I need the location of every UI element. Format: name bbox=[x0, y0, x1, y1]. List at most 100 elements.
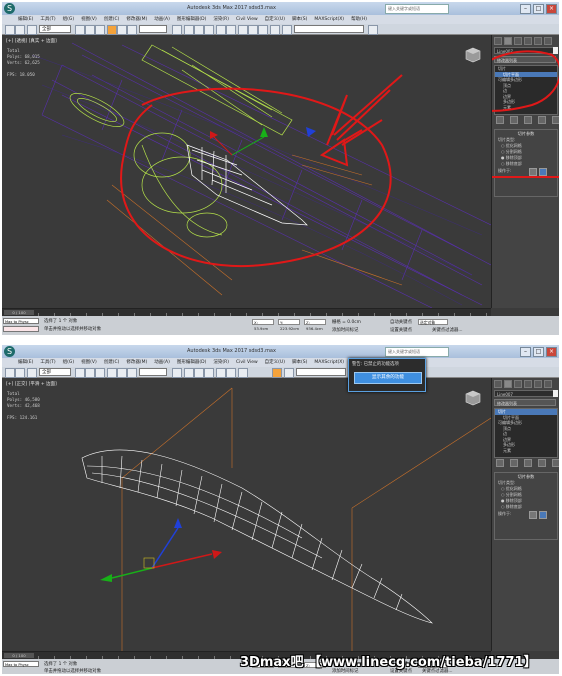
pivot-icon[interactable] bbox=[172, 25, 182, 35]
create-tab-icon[interactable] bbox=[494, 380, 502, 388]
reference-coord-dropdown[interactable] bbox=[139, 368, 167, 376]
layer-icon[interactable] bbox=[238, 25, 248, 35]
menu-item-views[interactable]: 视图(V) bbox=[81, 358, 97, 367]
selection-filter-dropdown[interactable]: 全部 bbox=[39, 25, 71, 33]
viewcube-icon[interactable] bbox=[465, 390, 481, 406]
mirror-icon[interactable] bbox=[216, 25, 226, 35]
autokey-button[interactable]: 自动关键点 bbox=[390, 319, 412, 325]
align-icon[interactable] bbox=[226, 25, 236, 35]
mirror-icon[interactable] bbox=[216, 368, 226, 378]
time-slider[interactable]: 0 / 100 bbox=[4, 310, 34, 315]
perspective-viewport[interactable]: [+] [透视] [真实 + 边面] Total Polys: 68,015 V… bbox=[2, 35, 491, 308]
menu-item-customize[interactable]: 自定义(U) bbox=[265, 15, 285, 24]
menu-item-modifiers[interactable]: 修改器(M) bbox=[126, 15, 147, 24]
set-key-button[interactable]: 设置关键点 bbox=[390, 327, 412, 333]
selection-filter-dropdown[interactable]: 全部 bbox=[39, 368, 71, 376]
orthographic-viewport[interactable]: [+] [正交] [平滑 + 边面] Total Polys: 46,580 V… bbox=[2, 378, 491, 651]
close-icon[interactable]: × bbox=[546, 4, 557, 14]
operate-polygons-icon[interactable] bbox=[539, 511, 547, 519]
menu-item-tools[interactable]: 工具(T) bbox=[40, 15, 55, 24]
curve-editor-icon[interactable] bbox=[248, 25, 258, 35]
pin-stack-icon[interactable] bbox=[496, 459, 504, 467]
maxscript-listener[interactable]: Max to Physc bbox=[3, 661, 39, 667]
menu-item-scripting[interactable]: 脚本(S) bbox=[292, 15, 307, 24]
make-unique-icon[interactable] bbox=[524, 459, 532, 467]
render-preset-dropdown[interactable] bbox=[296, 368, 346, 376]
utilities-tab-icon[interactable] bbox=[544, 380, 552, 388]
undo-icon[interactable] bbox=[5, 368, 15, 378]
render-preset-dropdown[interactable] bbox=[294, 25, 364, 33]
select-scale-icon[interactable] bbox=[127, 25, 137, 35]
angle-snap-icon[interactable] bbox=[194, 368, 204, 378]
layer-icon[interactable] bbox=[238, 368, 248, 378]
rollout-title[interactable]: 切片参数 bbox=[495, 473, 557, 480]
menu-item-rendering[interactable]: 渲染(R) bbox=[213, 15, 229, 24]
percent-snap-icon[interactable] bbox=[204, 368, 214, 378]
app-logo-icon[interactable]: S bbox=[4, 346, 15, 357]
menu-item-edit[interactable]: 编辑(E) bbox=[18, 15, 33, 24]
menu-item-rendering[interactable]: 渲染(R) bbox=[213, 358, 229, 367]
menu-item-civil-view[interactable]: Civil View bbox=[236, 358, 258, 367]
menu-item-group[interactable]: 组(G) bbox=[63, 358, 75, 367]
select-by-name-icon[interactable] bbox=[85, 368, 95, 378]
maximize-icon[interactable]: □ bbox=[533, 4, 544, 14]
select-object-icon[interactable] bbox=[75, 368, 85, 378]
add-time-tag[interactable]: 添加时间标记 bbox=[332, 327, 358, 333]
menu-item-animation[interactable]: 动画(A) bbox=[154, 358, 170, 367]
select-move-icon[interactable] bbox=[107, 25, 117, 35]
rect-region-icon[interactable] bbox=[95, 368, 105, 378]
schematic-icon[interactable] bbox=[258, 25, 268, 35]
motion-tab-icon[interactable] bbox=[524, 380, 532, 388]
stack-item-element[interactable]: 元素 bbox=[495, 448, 557, 454]
menu-item-customize[interactable]: 自定义(U) bbox=[265, 358, 285, 367]
select-scale-icon[interactable] bbox=[127, 368, 137, 378]
coord-y-field[interactable]: Y: 223.92cm bbox=[278, 319, 300, 331]
operate-faces-icon[interactable] bbox=[529, 511, 537, 519]
remove-modifier-icon[interactable] bbox=[538, 459, 546, 467]
rect-region-icon[interactable] bbox=[95, 25, 105, 35]
render-setup-icon[interactable] bbox=[282, 25, 292, 35]
menu-item-edit[interactable]: 编辑(E) bbox=[18, 358, 33, 367]
select-by-name-icon[interactable] bbox=[85, 25, 95, 35]
menu-item-create[interactable]: 创建(C) bbox=[104, 15, 120, 24]
modifier-list-dropdown[interactable]: 修改器列表 bbox=[494, 399, 556, 406]
select-move-icon[interactable] bbox=[107, 368, 117, 378]
menu-item-create[interactable]: 创建(C) bbox=[104, 358, 120, 367]
select-rotate-icon[interactable] bbox=[117, 25, 127, 35]
close-icon[interactable]: × bbox=[546, 347, 557, 357]
configure-sets-icon[interactable] bbox=[552, 459, 559, 467]
reference-coord-dropdown[interactable] bbox=[139, 25, 167, 33]
align-icon[interactable] bbox=[226, 368, 236, 378]
key-filters-button[interactable]: 关键点过滤器... bbox=[432, 327, 463, 333]
menu-item-modifiers[interactable]: 修改器(M) bbox=[126, 358, 147, 367]
menu-item-civil-view[interactable]: Civil View bbox=[236, 15, 258, 24]
coord-x-field[interactable]: X: 53.9cm bbox=[252, 319, 274, 331]
menu-item-graph-editors[interactable]: 图形编辑器(D) bbox=[177, 358, 206, 367]
render-icon[interactable] bbox=[368, 25, 378, 35]
app-logo-icon[interactable]: S bbox=[4, 3, 15, 14]
search-input[interactable]: 键入关键字或短语 bbox=[385, 347, 449, 357]
menu-item-animation[interactable]: 动画(A) bbox=[154, 15, 170, 24]
viewport-label[interactable]: [+] [正交] [平滑 + 边面] bbox=[6, 381, 57, 387]
select-object-icon[interactable] bbox=[75, 25, 85, 35]
time-slider[interactable]: 0 / 100 bbox=[4, 653, 34, 658]
display-tab-icon[interactable] bbox=[534, 380, 542, 388]
maximize-icon[interactable]: □ bbox=[533, 347, 544, 357]
hierarchy-tab-icon[interactable] bbox=[514, 380, 522, 388]
search-input[interactable]: 键入关键字或短语 bbox=[385, 4, 449, 14]
menu-item-group[interactable]: 组(G) bbox=[63, 15, 75, 24]
object-color-swatch[interactable] bbox=[553, 390, 558, 397]
menu-item-tools[interactable]: 工具(T) bbox=[40, 358, 55, 367]
viewport-label[interactable]: [+] [透视] [真实 + 边面] bbox=[6, 38, 57, 44]
link-icon[interactable] bbox=[27, 25, 37, 35]
percent-snap-icon[interactable] bbox=[204, 25, 214, 35]
select-rotate-icon[interactable] bbox=[117, 368, 127, 378]
angle-snap-icon[interactable] bbox=[194, 25, 204, 35]
object-name-field[interactable]: Line007 bbox=[494, 390, 556, 397]
coord-z-field[interactable]: Z: 936.4cm bbox=[304, 319, 326, 331]
minimize-icon[interactable]: – bbox=[520, 347, 531, 357]
menu-item-help[interactable]: 帮助(H) bbox=[351, 15, 367, 24]
transform-gizmo[interactable] bbox=[100, 518, 222, 582]
pivot-icon[interactable] bbox=[172, 368, 182, 378]
show-end-result-icon[interactable] bbox=[510, 459, 518, 467]
